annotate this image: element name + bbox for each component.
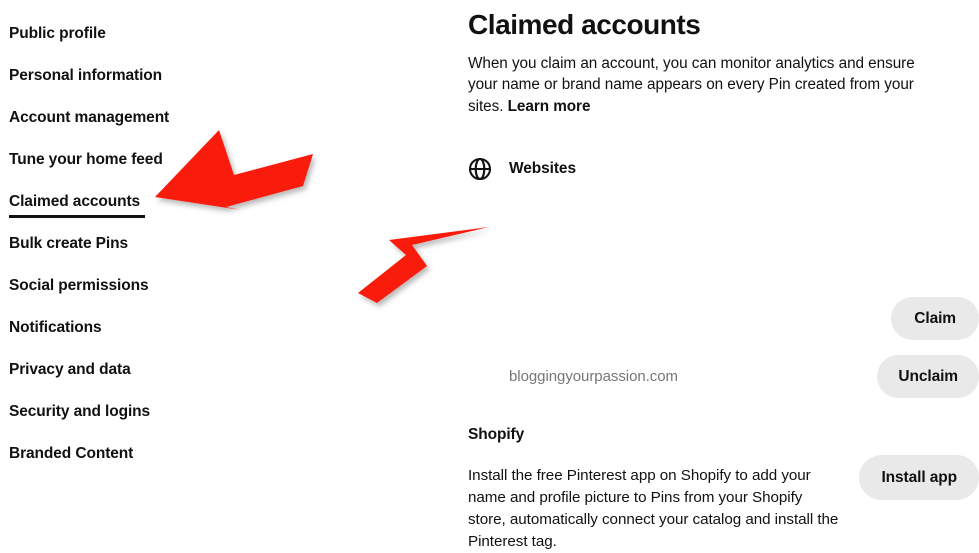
sidebar-item-personal-information[interactable]: Personal information bbox=[0, 55, 340, 97]
claim-button[interactable]: Claim bbox=[891, 296, 979, 341]
install-app-button[interactable]: Install app bbox=[859, 454, 979, 501]
sidebar-item-label: Public profile bbox=[9, 25, 106, 43]
shopify-heading: Shopify bbox=[468, 425, 525, 443]
sidebar-item-label: Branded Content bbox=[9, 445, 134, 463]
sidebar-item-label: Account management bbox=[9, 109, 170, 127]
claimed-accounts-panel: Claimed accounts When you claim an accou… bbox=[468, 0, 979, 550]
page-title: Claimed accounts bbox=[468, 9, 701, 40]
sidebar-item-label: Security and logins bbox=[9, 403, 151, 421]
sidebar-item-label: Tune your home feed bbox=[9, 151, 163, 169]
settings-sidebar: Public profile Personal information Acco… bbox=[0, 0, 340, 505]
unclaim-button[interactable]: Unclaim bbox=[877, 354, 979, 399]
websites-row: Websites bbox=[468, 152, 979, 186]
sidebar-item-claimed-accounts[interactable]: Claimed accounts bbox=[0, 181, 340, 223]
globe-icon bbox=[468, 157, 492, 180]
sidebar-item-label: Privacy and data bbox=[9, 361, 131, 379]
sidebar-item-public-profile[interactable]: Public profile bbox=[0, 13, 340, 55]
accounts-sections: Websites Claim bloggingyourpassion.com U… bbox=[468, 152, 979, 550]
sidebar-item-label: Personal information bbox=[9, 67, 163, 85]
sidebar-item-branded-content[interactable]: Branded Content bbox=[0, 433, 340, 475]
claimed-domain-text: bloggingyourpassion.com bbox=[509, 367, 678, 385]
sidebar-item-label: Notifications bbox=[9, 319, 102, 337]
sidebar-item-label: Claimed accounts bbox=[9, 193, 141, 211]
active-indicator-underline bbox=[9, 215, 145, 218]
sidebar-item-label: Bulk create Pins bbox=[9, 235, 129, 253]
sidebar-item-tune-your-home-feed[interactable]: Tune your home feed bbox=[0, 139, 340, 181]
settings-page: Public profile Personal information Acco… bbox=[0, 0, 979, 550]
shopify-description: Install the free Pinterest app on Shopif… bbox=[468, 466, 839, 550]
sidebar-item-label: Social permissions bbox=[9, 277, 149, 295]
learn-more-link[interactable]: Learn more bbox=[508, 98, 591, 115]
websites-label: Websites bbox=[509, 159, 576, 177]
sidebar-item-social-permissions[interactable]: Social permissions bbox=[0, 265, 340, 307]
sidebar-item-account-management[interactable]: Account management bbox=[0, 97, 340, 139]
claimed-domain-row: bloggingyourpassion.com bbox=[509, 368, 678, 386]
page-description: When you claim an account, you can monit… bbox=[468, 53, 946, 118]
sidebar-item-privacy-and-data[interactable]: Privacy and data bbox=[0, 349, 340, 391]
sidebar-item-bulk-create-pins[interactable]: Bulk create Pins bbox=[0, 223, 340, 265]
sidebar-item-security-and-logins[interactable]: Security and logins bbox=[0, 391, 340, 433]
sidebar-item-notifications[interactable]: Notifications bbox=[0, 307, 340, 349]
